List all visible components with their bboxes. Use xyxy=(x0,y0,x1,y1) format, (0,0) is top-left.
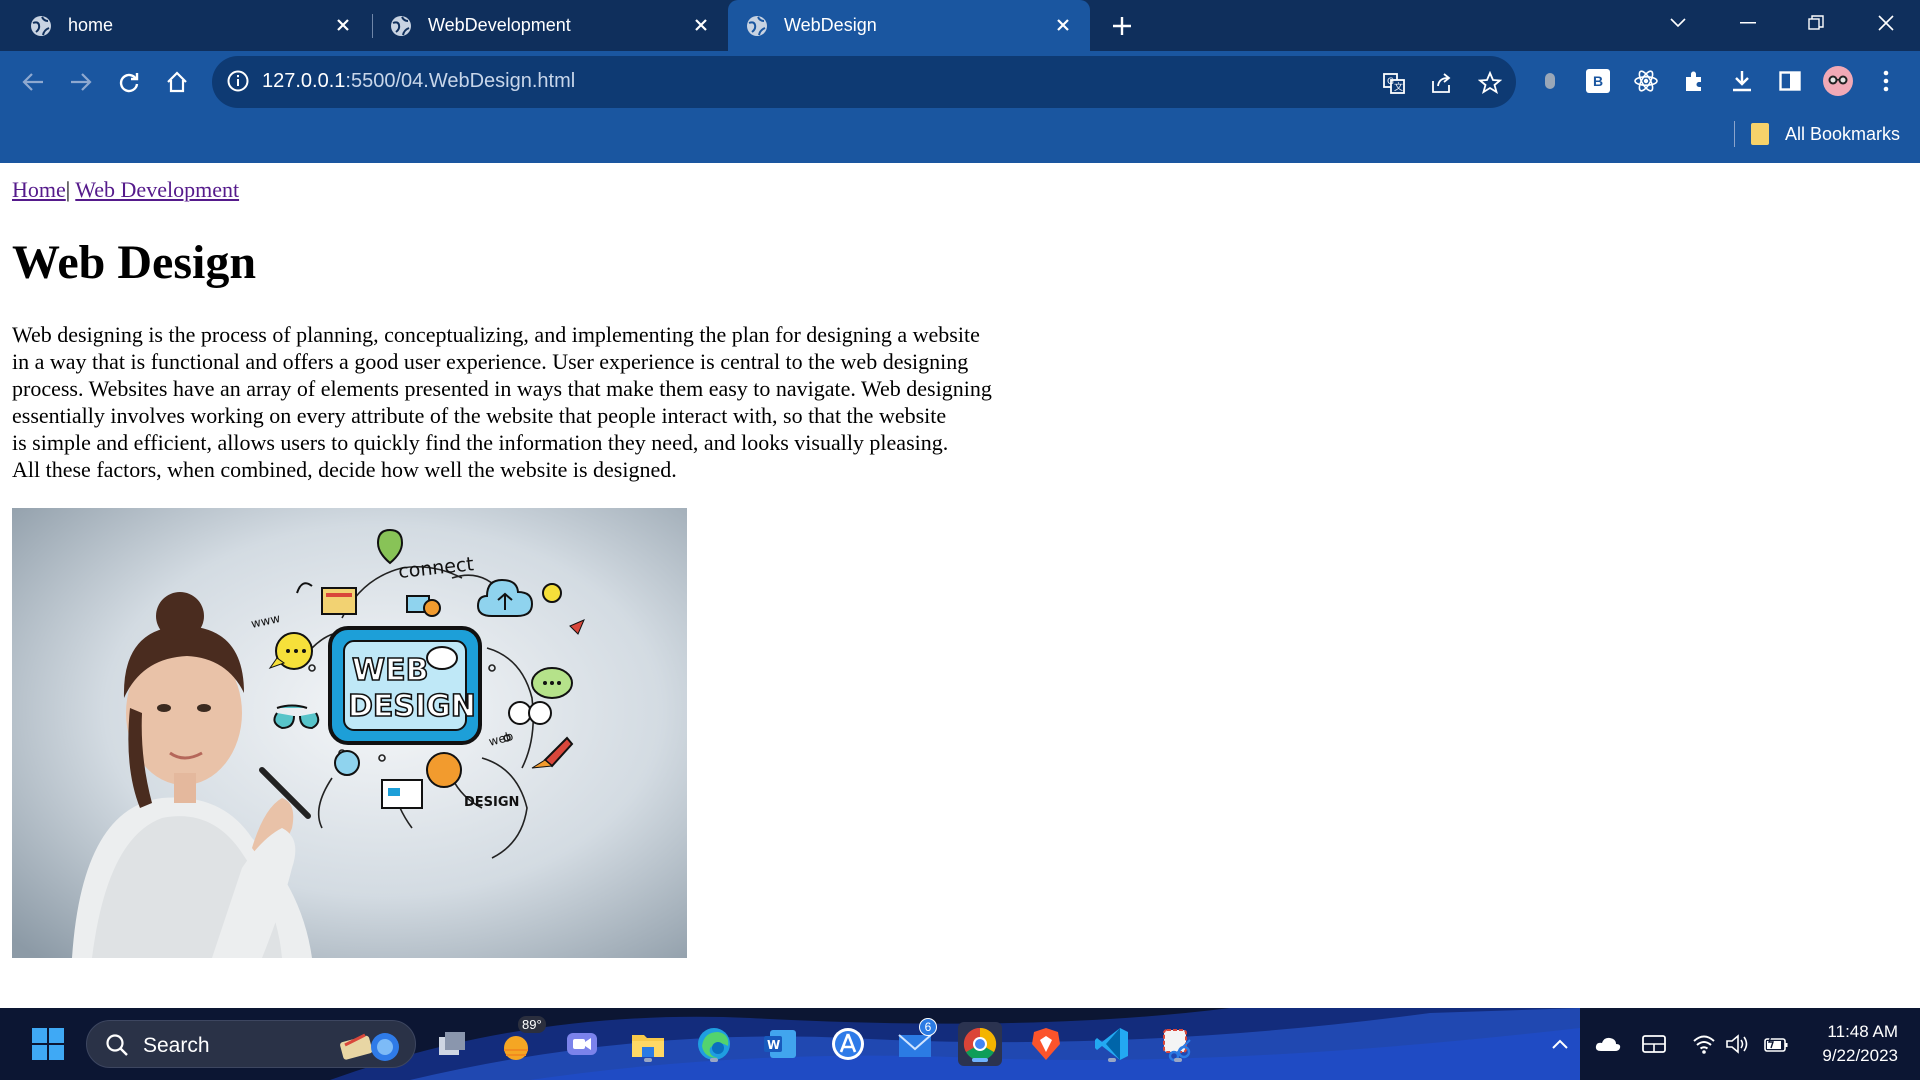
info-icon[interactable] xyxy=(226,69,250,98)
globe-icon xyxy=(391,15,411,36)
profile-avatar[interactable] xyxy=(1822,65,1854,97)
weather-temp: 89° xyxy=(518,1016,546,1033)
url-text[interactable]: 127.0.0.1:5500/04.WebDesign.html xyxy=(262,70,575,93)
extensions-puzzle-icon[interactable] xyxy=(1678,65,1710,97)
side-panel-icon[interactable] xyxy=(1774,65,1806,97)
svg-text:文: 文 xyxy=(1394,81,1403,93)
bookmarks-bar: All Bookmarks xyxy=(1733,119,1900,149)
browser-toolbar: 127.0.0.1:5500/04.WebDesign.html G文 B Al… xyxy=(0,51,1920,163)
snipping-tool-icon[interactable] xyxy=(1156,1022,1200,1066)
web-design-screen: WEB DESIGN xyxy=(328,626,482,745)
paragraph-line: is simple and efficient, allows users to… xyxy=(12,430,949,455)
wifi-icon[interactable] xyxy=(1690,1030,1718,1058)
volume-icon[interactable] xyxy=(1724,1030,1752,1058)
extension-b-icon[interactable]: B xyxy=(1582,65,1614,97)
tab-webdesign[interactable]: WebDesign xyxy=(728,0,1090,51)
mail-icon[interactable]: 6 xyxy=(893,1018,937,1066)
app-store-icon[interactable] xyxy=(826,1022,870,1066)
file-explorer-icon[interactable] xyxy=(626,1022,670,1066)
home-button[interactable] xyxy=(160,65,194,99)
back-button[interactable] xyxy=(16,65,50,99)
image-text-web: WEB xyxy=(352,653,428,688)
folder-icon xyxy=(1750,123,1769,145)
url-host: 127.0.0.1 xyxy=(262,70,346,92)
edge-browser-icon[interactable] xyxy=(692,1022,736,1066)
svg-text:W: W xyxy=(767,1038,780,1052)
search-icon xyxy=(106,1034,128,1056)
close-icon[interactable] xyxy=(688,12,714,38)
restore-button[interactable] xyxy=(1796,8,1836,38)
download-icon[interactable] xyxy=(1726,65,1758,97)
system-clock[interactable]: 11:48 AM 9/22/2023 xyxy=(1822,1020,1898,1068)
image-text-design: DESIGN xyxy=(348,689,476,724)
vscode-icon[interactable] xyxy=(1090,1022,1134,1066)
clock-time: 11:48 AM xyxy=(1827,1022,1898,1041)
breadcrumb-separator: | xyxy=(65,177,71,202)
chevron-up-icon[interactable] xyxy=(1546,1030,1574,1058)
extension-mouse-icon[interactable] xyxy=(1534,65,1566,97)
display-switch-icon[interactable] xyxy=(1640,1030,1668,1058)
paragraph-line: process. Websites have an array of eleme… xyxy=(12,376,992,401)
onedrive-icon[interactable] xyxy=(1594,1030,1622,1058)
reload-button[interactable] xyxy=(112,65,146,99)
tab-webdevelopment[interactable]: WebDevelopment xyxy=(372,0,728,51)
new-tab-button[interactable] xyxy=(1108,12,1136,40)
search-label: Search xyxy=(143,1034,210,1057)
url-path: :5500/04.WebDesign.html xyxy=(345,70,576,92)
globe-icon xyxy=(747,15,767,36)
teams-meet-icon[interactable] xyxy=(560,1022,604,1066)
web-development-link[interactable]: Web Development xyxy=(75,177,239,202)
battery-icon[interactable] xyxy=(1762,1030,1790,1058)
forward-button[interactable] xyxy=(64,65,98,99)
page-title: Web Design xyxy=(12,236,257,289)
svg-text:G: G xyxy=(1387,77,1394,87)
all-bookmarks-button[interactable]: All Bookmarks xyxy=(1785,124,1900,145)
bookmark-star-icon[interactable] xyxy=(1476,69,1504,97)
tab-label: home xyxy=(68,15,114,35)
react-devtools-icon[interactable] xyxy=(1630,65,1662,97)
taskbar-search[interactable]: Search xyxy=(86,1020,416,1068)
windows-start-button[interactable] xyxy=(26,1022,70,1066)
word-icon[interactable]: W xyxy=(758,1022,802,1066)
brave-icon[interactable] xyxy=(1024,1022,1068,1066)
search-highlight-icon xyxy=(340,1033,399,1061)
tab-search-icon[interactable] xyxy=(1658,8,1698,38)
paragraph-line: All these factors, when combined, decide… xyxy=(12,457,677,482)
close-icon[interactable] xyxy=(330,12,356,38)
translate-icon[interactable]: G文 xyxy=(1380,69,1408,97)
home-link[interactable]: Home xyxy=(12,177,66,202)
tab-label: WebDevelopment xyxy=(428,15,571,35)
web-design-image: WEB DESIGN connect www web DESIGN xyxy=(12,508,687,958)
paragraph-line: Web designing is the process of planning… xyxy=(12,322,980,347)
paragraph-line: in a way that is functional and offers a… xyxy=(12,349,969,374)
tab-label: WebDesign xyxy=(784,15,877,35)
weather-widget-icon[interactable]: 89° xyxy=(494,1016,546,1066)
tab-home[interactable]: home xyxy=(0,0,370,51)
web-page: Home| Web Development Web Design Web des… xyxy=(0,163,1920,1008)
mail-badge: 6 xyxy=(919,1018,937,1036)
paragraph-line: essentially involves working on every at… xyxy=(12,403,947,428)
task-view-icon[interactable] xyxy=(430,1022,474,1066)
bookmarks-divider xyxy=(1733,121,1735,147)
clock-date: 9/22/2023 xyxy=(1822,1046,1898,1065)
globe-icon xyxy=(31,15,51,36)
close-window-button[interactable] xyxy=(1866,8,1906,38)
windows-taskbar: Search 89° W 6 11:48 AM 9/22/2023 xyxy=(0,1008,1920,1080)
tab-bar: home WebDevelopment WebDesign xyxy=(0,0,1920,51)
close-icon[interactable] xyxy=(1050,12,1076,38)
menu-kebab-icon[interactable] xyxy=(1870,65,1902,97)
minimize-button[interactable] xyxy=(1728,8,1768,38)
share-icon[interactable] xyxy=(1428,69,1456,97)
chrome-icon[interactable] xyxy=(958,1022,1002,1066)
address-bar[interactable]: 127.0.0.1:5500/04.WebDesign.html G文 xyxy=(212,56,1516,108)
page-paragraph: Web designing is the process of planning… xyxy=(12,321,1112,483)
breadcrumb: Home| Web Development xyxy=(12,177,239,203)
doodle-word-design: DESIGN xyxy=(464,795,519,810)
